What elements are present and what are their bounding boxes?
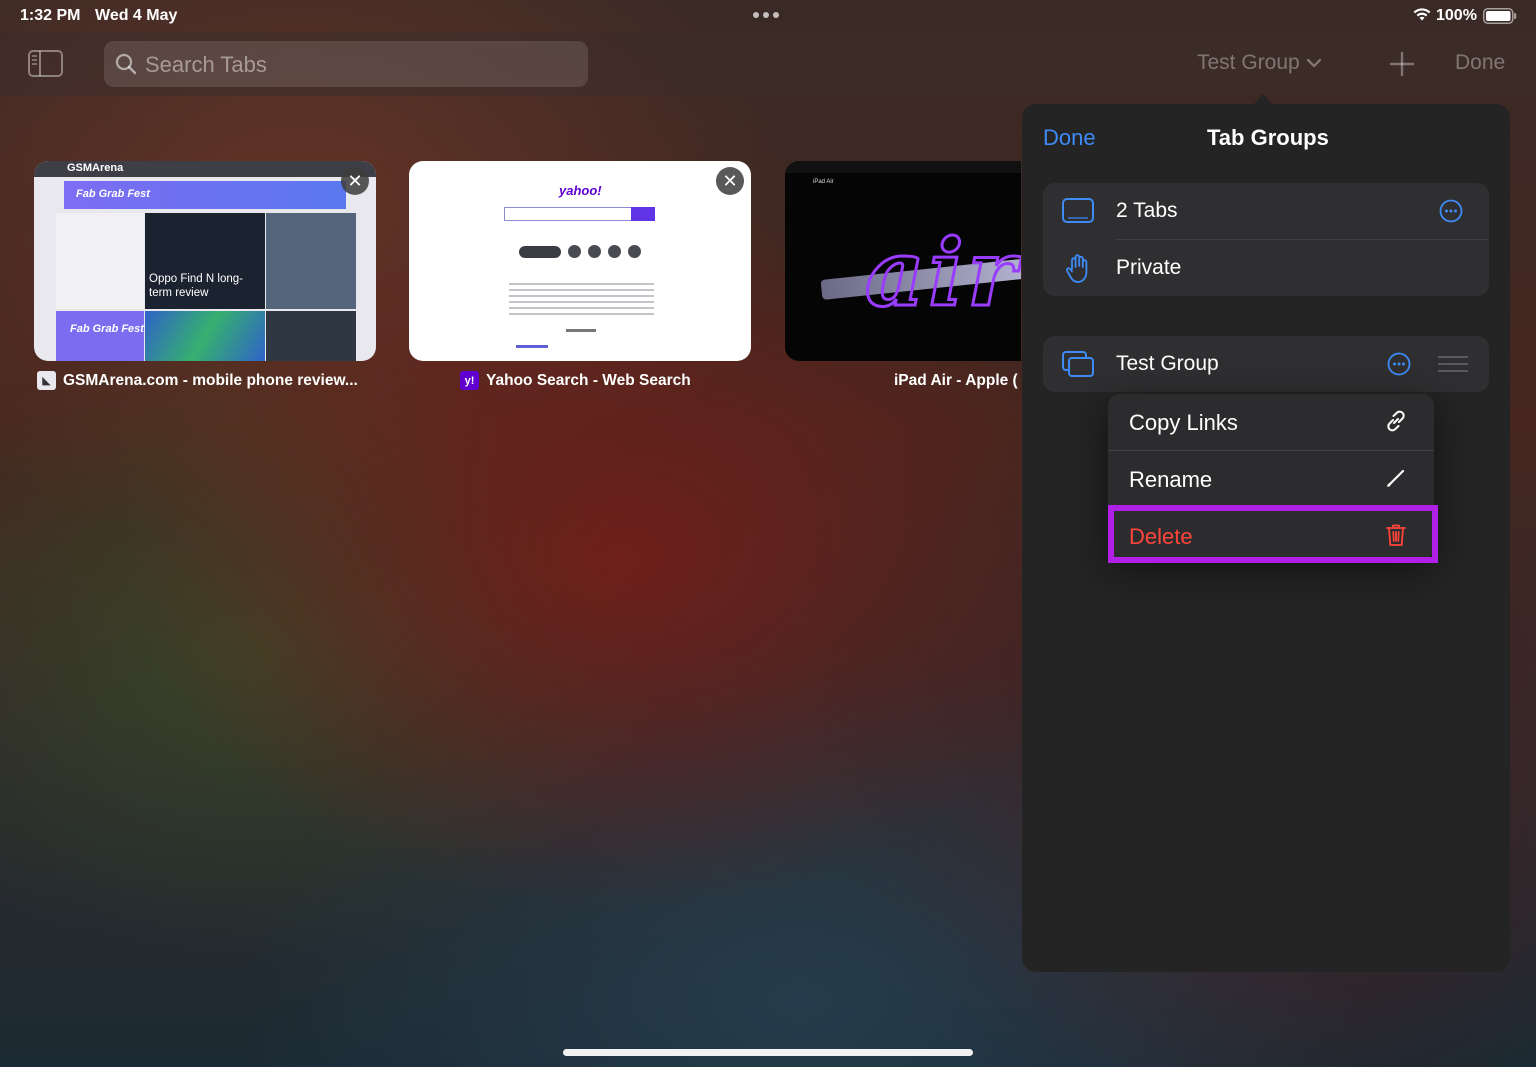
default-groups-list: 2 Tabs Private [1043, 183, 1489, 296]
multitasking-dots-icon[interactable] [753, 12, 783, 20]
thumb-phone-tile [145, 311, 265, 361]
tab-group-row-2-tabs[interactable]: 2 Tabs [1043, 183, 1489, 239]
thumb-brand-list [56, 213, 144, 309]
yahoo-favicon-icon: y! [460, 371, 479, 390]
tab-overview-toolbar: Search Tabs Test Group Done [0, 32, 1536, 96]
battery-percentage: 100% [1436, 7, 1477, 24]
tab-group-stack-icon [1062, 351, 1094, 377]
trash-icon [1386, 524, 1406, 546]
popover-done-button[interactable]: Done [1043, 125, 1096, 151]
tab-thumbnail-yahoo[interactable]: yahoo! ✕ [409, 161, 751, 361]
chevron-down-icon [1306, 58, 1321, 68]
tab-thumbnail-apple[interactable]: iPad Air air [785, 161, 1021, 361]
thumb-review-caption: Oppo Find N long-term review [149, 273, 243, 299]
popover-title: Tab Groups [1207, 125, 1329, 150]
thumb-search-button [631, 207, 655, 221]
thumb-circle [588, 245, 601, 258]
thumb-header-logo: GSMArena [67, 162, 124, 174]
close-tab-icon[interactable]: ✕ [341, 167, 369, 195]
menu-item-label: Copy Links [1129, 410, 1238, 435]
tab-group-row-test-group[interactable]: Test Group [1043, 336, 1489, 392]
thumb-pill [519, 246, 561, 258]
tab-group-switcher[interactable]: Test Group [1197, 51, 1322, 75]
tab-title-apple[interactable]: iPad Air - Apple ( [868, 371, 1018, 390]
thumb-air-word: air [863, 218, 1021, 329]
status-date: Wed 4 May [95, 7, 178, 24]
pencil-icon [1387, 469, 1405, 487]
tab-title-text: Yahoo Search - Web Search [486, 371, 691, 389]
row-label: Test Group [1116, 352, 1219, 375]
link-icon [1387, 410, 1405, 432]
row-label: 2 Tabs [1116, 199, 1178, 222]
thumb-link [516, 345, 548, 348]
close-tab-icon[interactable]: ✕ [716, 167, 744, 195]
tab-title-text: GSMArena.com - mobile phone review... [63, 371, 358, 389]
home-indicator[interactable] [563, 1049, 973, 1056]
row-label: Private [1116, 256, 1182, 279]
new-tab-plus-icon[interactable] [1388, 50, 1416, 78]
wifi-icon [1413, 8, 1431, 21]
menu-item-label: Delete [1129, 524, 1193, 549]
status-bar: 1:32 PM Wed 4 May 100% [0, 0, 1536, 32]
gsmarena-favicon-icon: ◣ [37, 371, 56, 390]
tab-group-context-menu: Copy Links Rename Delete [1108, 394, 1434, 560]
tab-title-gsmarena[interactable]: ◣ GSMArena.com - mobile phone review... [37, 371, 358, 390]
delete-menu-item[interactable]: Delete [1108, 508, 1434, 564]
reorder-handle-icon[interactable] [1438, 356, 1468, 372]
status-time: 1:32 PM [20, 7, 81, 24]
tablet-icon [1062, 198, 1094, 223]
done-button[interactable]: Done [1455, 51, 1505, 75]
tab-group-title: Test Group [1197, 51, 1300, 74]
thumb-news-tile [266, 213, 356, 309]
more-options-icon[interactable] [1439, 199, 1463, 223]
thumb-promo-text: Fab Grab Fest [70, 323, 144, 335]
hand-raised-icon [1066, 254, 1088, 283]
thumb-promo-tile: Fab Grab Fest [56, 311, 144, 361]
thumb-paragraph [509, 283, 654, 317]
tab-title-text: iPad Air - Apple ( [894, 371, 1018, 389]
thumb-apple-subtitle: iPad Air [813, 179, 834, 185]
thumb-trending [566, 329, 596, 332]
menu-item-label: Rename [1129, 467, 1213, 492]
sidebar-toggle-icon[interactable] [28, 50, 64, 78]
thumb-circle [568, 245, 581, 258]
apple-favicon-icon [868, 371, 887, 390]
thumb-circle [608, 245, 621, 258]
tab-group-row-private[interactable]: Private [1043, 240, 1489, 296]
more-options-icon[interactable] [1387, 352, 1411, 376]
tab-thumbnail-gsmarena[interactable]: GSMArena Fab Grab Fest Oppo Find N long-… [34, 161, 376, 361]
copy-links-menu-item[interactable]: Copy Links [1108, 394, 1434, 450]
search-placeholder: Search Tabs [145, 52, 267, 77]
thumb-banner-text: Fab Grab Fest [76, 188, 150, 200]
thumb-yahoo-logo: yahoo! [559, 183, 602, 198]
search-icon [115, 53, 137, 75]
tab-title-yahoo[interactable]: y! Yahoo Search - Web Search [460, 371, 691, 390]
search-tabs-input[interactable]: Search Tabs [104, 41, 588, 87]
thumb-search-box [504, 207, 632, 221]
thumb-review-tile: Oppo Find N long-term review [145, 213, 265, 309]
thumb-dark-tile [266, 311, 356, 361]
rename-menu-item[interactable]: Rename [1108, 451, 1434, 507]
custom-groups-list: Test Group [1043, 336, 1489, 392]
thumb-apple-nav [785, 161, 1021, 173]
battery-icon [1483, 8, 1517, 24]
thumb-circle [628, 245, 641, 258]
